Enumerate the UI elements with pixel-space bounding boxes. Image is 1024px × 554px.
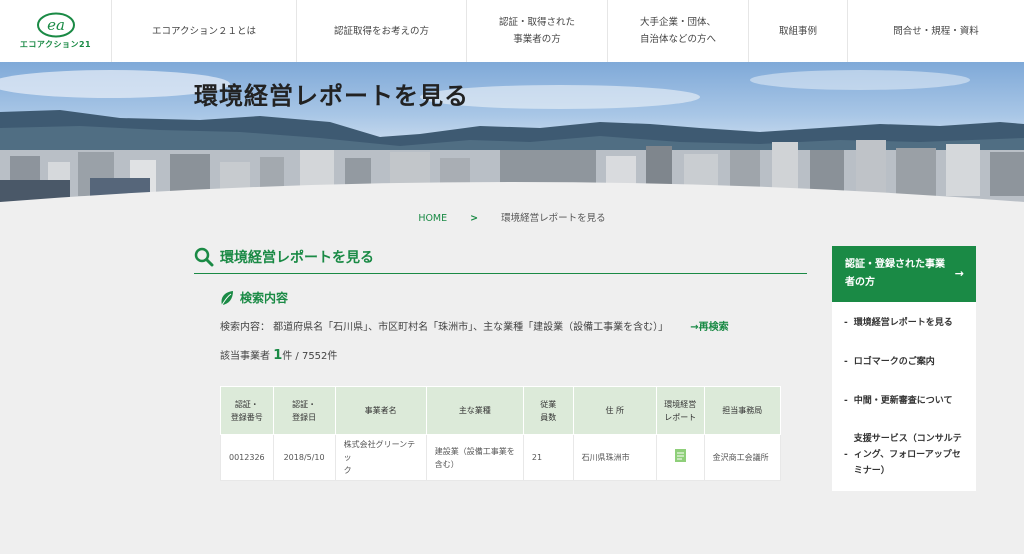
nav-about[interactable]: エコアクション２１とは	[112, 0, 297, 62]
site-logo[interactable]: ea エコアクション21	[0, 0, 112, 62]
nav-enterprises[interactable]: 大手企業・団体、 自治体などの方へ	[608, 0, 749, 62]
sidebar-heading[interactable]: 認証・登録された事業者の方 →	[832, 246, 976, 302]
cell-reg-number: 0012326	[220, 434, 274, 481]
dash-icon: -	[844, 450, 848, 460]
cell-report	[655, 434, 705, 481]
sidebar-item-logo[interactable]: - ロゴマークのご案内	[832, 354, 976, 370]
th-reg-date: 認証・ 登録日	[272, 386, 336, 435]
arrow-right-icon: →	[954, 267, 964, 280]
sidebar-item-review[interactable]: - 中間・更新審査について	[832, 393, 976, 409]
sidebar-item-support[interactable]: - 支援サービス（コンサルティング、フォローアップセミナー）	[832, 431, 976, 491]
th-company: 事業者名	[334, 386, 427, 435]
dash-icon: -	[844, 396, 848, 406]
site-header: ea エコアクション21 エコアクション２１とは 認証取得をお考えの方 認証・取…	[0, 0, 1024, 62]
sidebar-item-label: 中間・更新審査について	[853, 396, 953, 406]
sidebar-item-label: 環境経営レポートを見る	[853, 318, 953, 328]
cell-industry: 建設業（設備工事業を 含む）	[425, 434, 524, 481]
table-row: 0012326 2018/5/10 株式会社グリーンテッ ク 建設業（設備工事業…	[220, 434, 782, 481]
cell-employees: 21	[522, 434, 574, 481]
th-employees: 従業 員数	[522, 386, 574, 435]
breadcrumb: HOME > 環境経営レポートを見る	[0, 210, 1024, 224]
main-nav: エコアクション２１とは 認証取得をお考えの方 認証・取得された 事業者の方 大手…	[112, 0, 1024, 62]
result-count: 該当事業者 1件 / 7552件	[220, 347, 807, 363]
hero-title: 環境経営レポートを見る	[194, 82, 469, 110]
dash-icon: -	[844, 318, 848, 328]
sidebar-heading-text: 認証・登録された事業者の方	[845, 259, 945, 288]
sidebar: 認証・登録された事業者の方 → - 環境経営レポートを見る - ロゴマークのご案…	[832, 246, 976, 491]
result-count-number: 1	[273, 348, 283, 363]
research-link[interactable]: →再検索	[690, 318, 728, 333]
results-table: 認証・ 登録番号 認証・ 登録日 事業者名 主な業種 従業 員数 住 所 環境経…	[220, 386, 782, 481]
cell-address: 石川県珠洲市	[572, 434, 657, 481]
section-title: 環境経営レポートを見る	[220, 249, 374, 266]
nav-contact[interactable]: 問合せ・規程・資料	[848, 0, 1024, 62]
table-header-row: 認証・ 登録番号 認証・ 登録日 事業者名 主な業種 従業 員数 住 所 環境経…	[220, 386, 782, 435]
th-office: 担当事務局	[703, 386, 782, 435]
cell-office: 金沢商工会議所	[703, 434, 782, 481]
th-reg-number: 認証・ 登録番号	[220, 386, 274, 435]
sidebar-item-label: ロゴマークのご案内	[853, 357, 935, 367]
sidebar-item-label: 支援サービス（コンサルティング、フォローアップセミナー）	[853, 434, 962, 476]
th-report: 環境経営 レポート	[655, 386, 705, 435]
dash-icon: -	[844, 357, 848, 367]
section-heading: 環境経営レポートを見る	[194, 246, 807, 274]
breadcrumb-separator: >	[470, 213, 479, 224]
ea-logo-icon: ea	[36, 12, 75, 38]
cell-company: 株式会社グリーンテッ ク	[334, 434, 427, 481]
subsection-heading: 検索内容	[220, 289, 807, 306]
search-conditions-text: 検索内容： 都道府県名「石川県」、市区町村名「珠洲市」、主な業種「建設業（設備工…	[220, 322, 669, 333]
svg-text:ea: ea	[47, 16, 65, 34]
logo-text: エコアクション21	[19, 40, 92, 49]
leaf-icon	[221, 290, 233, 305]
th-address: 住 所	[572, 386, 657, 435]
breadcrumb-current: 環境経営レポートを見る	[501, 213, 606, 224]
search-icon	[194, 247, 214, 266]
nav-certified[interactable]: 認証・取得された 事業者の方	[467, 0, 608, 62]
sidebar-item-report[interactable]: - 環境経営レポートを見る	[832, 315, 976, 331]
result-count-label: 該当事業者	[220, 351, 270, 362]
hero-banner: 環境経営レポートを見る	[0, 62, 1024, 212]
cell-reg-date: 2018/5/10	[272, 434, 336, 481]
cityscape-image	[0, 70, 1024, 212]
report-document-icon[interactable]	[674, 449, 686, 462]
result-count-suffix: 件 / 7552件	[282, 351, 338, 362]
main-content: 環境経営レポートを見る 検索内容 検索内容： 都道府県名「石川県」、市区町村名「…	[194, 246, 807, 481]
nav-cases[interactable]: 取組事例	[749, 0, 848, 62]
nav-consider[interactable]: 認証取得をお考えの方	[297, 0, 467, 62]
th-industry: 主な業種	[425, 386, 524, 435]
search-conditions: 検索内容： 都道府県名「石川県」、市区町村名「珠洲市」、主な業種「建設業（設備工…	[220, 318, 807, 333]
breadcrumb-home-link[interactable]: HOME	[418, 213, 447, 224]
subsection-title: 検索内容	[240, 291, 289, 305]
